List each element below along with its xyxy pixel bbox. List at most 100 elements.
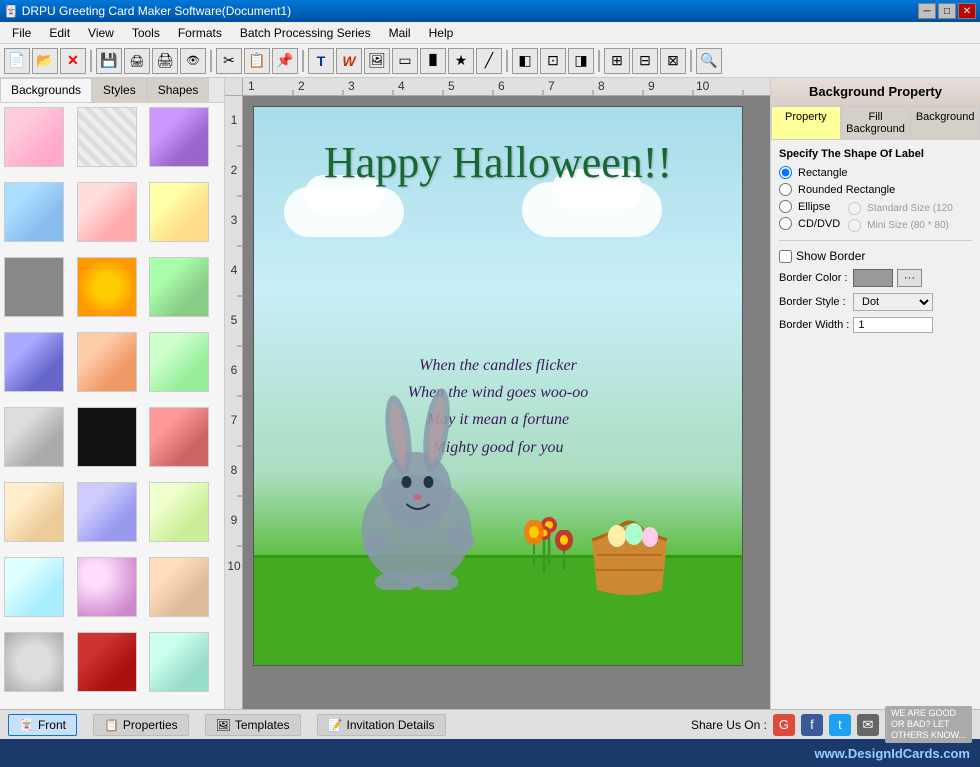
btn-templates[interactable]: 🖼 Templates bbox=[205, 714, 301, 736]
tab-styles[interactable]: Styles bbox=[92, 78, 147, 102]
thumb-7[interactable] bbox=[4, 257, 64, 317]
radio-ellipse[interactable] bbox=[779, 200, 792, 213]
svg-text:5: 5 bbox=[448, 79, 455, 93]
thumb-15[interactable] bbox=[149, 407, 209, 467]
tb-barcode[interactable]: ▐▌ bbox=[420, 48, 446, 74]
thumb-1[interactable] bbox=[4, 107, 64, 167]
tab-shapes[interactable]: Shapes bbox=[147, 78, 210, 102]
share-email[interactable]: ✉ bbox=[857, 714, 879, 736]
flower-red2 bbox=[547, 530, 582, 575]
thumb-4[interactable] bbox=[4, 182, 64, 242]
label-rectangle: Rectangle bbox=[798, 167, 848, 179]
tb-save[interactable]: 💾 bbox=[96, 48, 122, 74]
tb-preview[interactable]: 👁 bbox=[180, 48, 206, 74]
title-bar-left: 🃏 DRPU Greeting Card Maker Software(Docu… bbox=[4, 4, 291, 18]
tb-copy[interactable]: 📋 bbox=[244, 48, 270, 74]
border-color-browse[interactable]: ··· bbox=[897, 269, 922, 287]
menu-formats[interactable]: Formats bbox=[170, 24, 230, 42]
menu-batch[interactable]: Batch Processing Series bbox=[232, 24, 379, 42]
thumb-10[interactable] bbox=[4, 332, 64, 392]
tb-align-left[interactable]: ◧ bbox=[512, 48, 538, 74]
basket-svg bbox=[582, 500, 677, 600]
menu-edit[interactable]: Edit bbox=[41, 24, 78, 42]
checkbox-show-border[interactable] bbox=[779, 250, 792, 263]
tb-text[interactable]: T bbox=[308, 48, 334, 74]
tb-layout[interactable]: ⊠ bbox=[660, 48, 686, 74]
tb-image[interactable]: 🖼 bbox=[364, 48, 390, 74]
thumb-12[interactable] bbox=[149, 332, 209, 392]
svg-text:8: 8 bbox=[231, 463, 238, 477]
right-panel: Background Property Property Fill Backgr… bbox=[770, 78, 980, 709]
thumb-24[interactable] bbox=[149, 632, 209, 692]
thumb-14[interactable] bbox=[77, 407, 137, 467]
tb-save2[interactable]: 🖨 bbox=[124, 48, 150, 74]
thumb-16[interactable] bbox=[4, 482, 64, 542]
tab-fill-background[interactable]: Fill Background bbox=[841, 106, 911, 139]
svg-text:8: 8 bbox=[598, 79, 605, 93]
share-facebook[interactable]: f bbox=[801, 714, 823, 736]
thumb-3[interactable] bbox=[149, 107, 209, 167]
tb-new[interactable]: 📄 bbox=[4, 48, 30, 74]
menu-file[interactable]: File bbox=[4, 24, 39, 42]
radio-mini-size[interactable] bbox=[848, 219, 861, 232]
title-bar: 🃏 DRPU Greeting Card Maker Software(Docu… bbox=[0, 0, 980, 22]
tb-paste[interactable]: 📌 bbox=[272, 48, 298, 74]
thumb-17[interactable] bbox=[77, 482, 137, 542]
radio-rounded-rectangle[interactable] bbox=[779, 183, 792, 196]
btn-properties[interactable]: 📋 Properties bbox=[93, 714, 189, 736]
tb-shape[interactable]: ▭ bbox=[392, 48, 418, 74]
menu-view[interactable]: View bbox=[80, 24, 122, 42]
thumb-20[interactable] bbox=[77, 557, 137, 617]
tb-align-center[interactable]: ⊡ bbox=[540, 48, 566, 74]
tb-wordart[interactable]: W bbox=[336, 48, 362, 74]
btn-front[interactable]: 🃏 Front bbox=[8, 714, 77, 736]
thumb-2[interactable] bbox=[77, 107, 137, 167]
tb-close[interactable]: ✕ bbox=[60, 48, 86, 74]
thumb-19[interactable] bbox=[4, 557, 64, 617]
thumb-5[interactable] bbox=[77, 182, 137, 242]
show-border-row: Show Border bbox=[779, 249, 972, 263]
close-button[interactable]: ✕ bbox=[958, 3, 976, 19]
tb-symbol[interactable]: ★ bbox=[448, 48, 474, 74]
tb-line[interactable]: ╱ bbox=[476, 48, 502, 74]
tab-backgrounds[interactable]: Backgrounds bbox=[0, 78, 92, 102]
border-color-swatch[interactable] bbox=[853, 269, 893, 287]
tb-zoom[interactable]: 🔍 bbox=[696, 48, 722, 74]
share-google[interactable]: G bbox=[773, 714, 795, 736]
tab-background[interactable]: Background bbox=[910, 106, 980, 139]
radio-rectangle[interactable] bbox=[779, 166, 792, 179]
menu-tools[interactable]: Tools bbox=[124, 24, 168, 42]
thumb-6[interactable] bbox=[149, 182, 209, 242]
minimize-button[interactable]: ─ bbox=[918, 3, 936, 19]
tb-cut[interactable]: ✂ bbox=[216, 48, 242, 74]
thumb-23[interactable] bbox=[77, 632, 137, 692]
tb-open-folder[interactable]: 📂 bbox=[32, 48, 58, 74]
label-rounded-rectangle: Rounded Rectangle bbox=[798, 184, 895, 196]
share-twitter[interactable]: t bbox=[829, 714, 851, 736]
maximize-button[interactable]: □ bbox=[938, 3, 956, 19]
thumb-8[interactable] bbox=[77, 257, 137, 317]
tb-grid2[interactable]: ⊟ bbox=[632, 48, 658, 74]
thumb-11[interactable] bbox=[77, 332, 137, 392]
menu-help[interactable]: Help bbox=[421, 24, 462, 42]
ellipse-cddvd-radios: Ellipse CD/DVD bbox=[779, 200, 840, 230]
tb-grid[interactable]: ⊞ bbox=[604, 48, 630, 74]
tb-align-right[interactable]: ◨ bbox=[568, 48, 594, 74]
tab-property[interactable]: Property bbox=[771, 106, 841, 139]
menu-mail[interactable]: Mail bbox=[381, 24, 419, 42]
tb-sep6 bbox=[690, 50, 692, 72]
btn-invitation[interactable]: 📝 Invitation Details bbox=[317, 714, 446, 736]
thumb-13[interactable] bbox=[4, 407, 64, 467]
tb-sep1 bbox=[90, 50, 92, 72]
border-style-select[interactable]: Dot Solid Dash bbox=[853, 293, 933, 311]
radio-cddvd[interactable] bbox=[779, 217, 792, 230]
border-color-row: Border Color : ··· bbox=[779, 269, 972, 287]
canvas-scroll-area[interactable]: Happy Halloween!! When the candles flick… bbox=[243, 96, 770, 709]
tb-print[interactable]: 🖨 bbox=[152, 48, 178, 74]
thumb-18[interactable] bbox=[149, 482, 209, 542]
thumb-9[interactable] bbox=[149, 257, 209, 317]
radio-standard-size[interactable] bbox=[848, 202, 861, 215]
border-width-input[interactable] bbox=[853, 317, 933, 333]
thumb-21[interactable] bbox=[149, 557, 209, 617]
thumb-22[interactable] bbox=[4, 632, 64, 692]
